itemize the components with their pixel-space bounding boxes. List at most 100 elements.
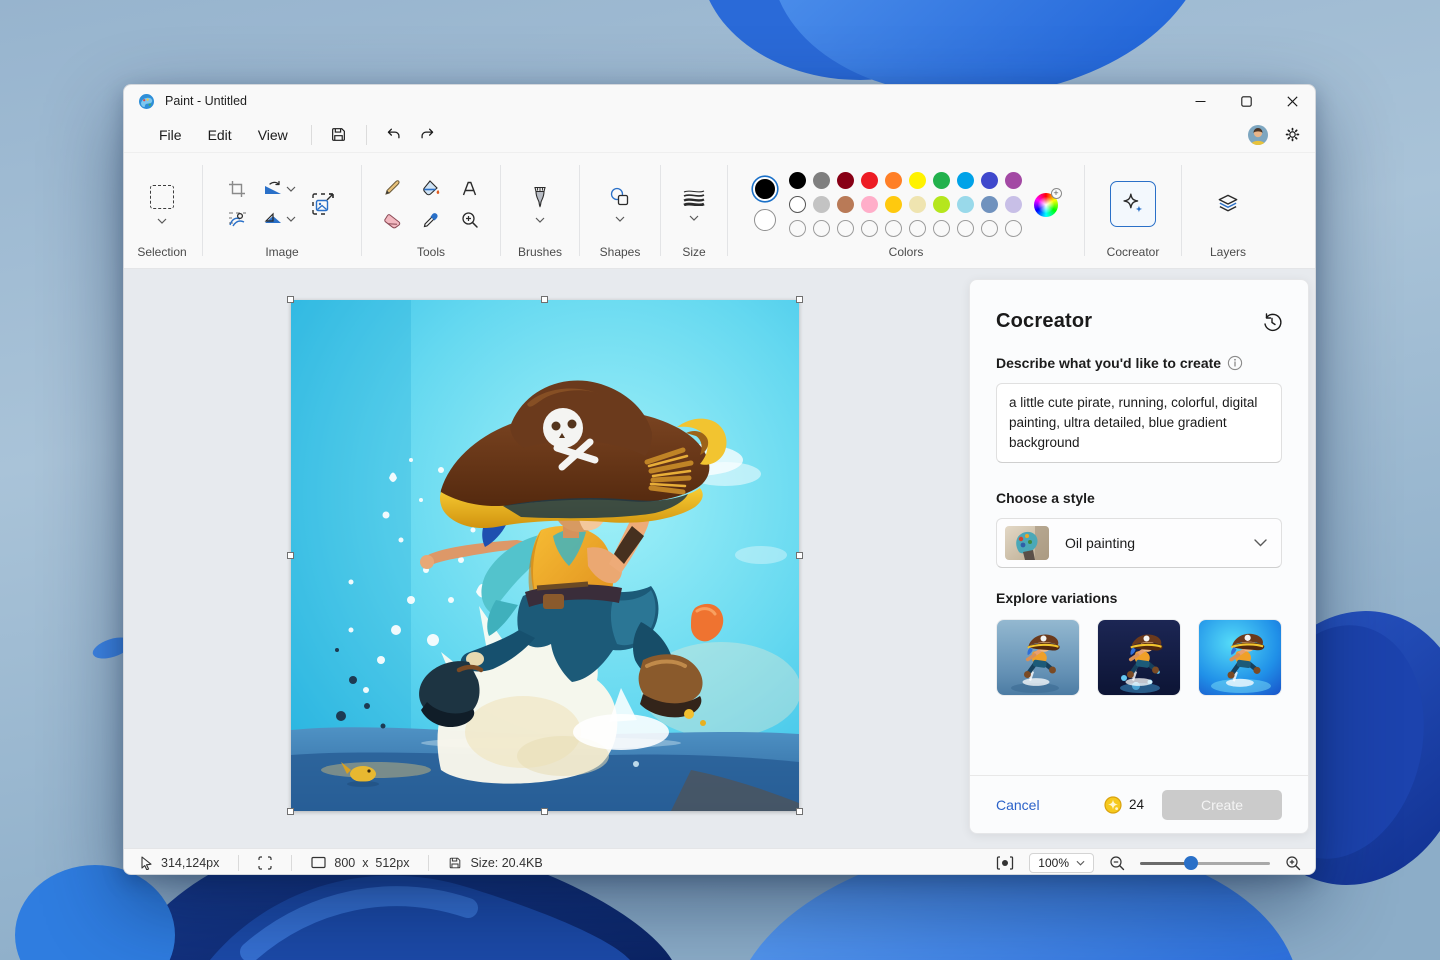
- fill-tool-icon[interactable]: [422, 179, 441, 197]
- selection-handle-e[interactable]: [796, 552, 803, 559]
- color-swatch[interactable]: [933, 196, 950, 213]
- flip-icon[interactable]: [263, 210, 283, 228]
- color-swatch[interactable]: [861, 196, 878, 213]
- color-swatch[interactable]: [1005, 196, 1022, 213]
- chevron-down-icon[interactable]: [615, 216, 625, 222]
- custom-color-slot[interactable]: [885, 220, 902, 237]
- undo-icon: [385, 126, 402, 143]
- selection-handle-w[interactable]: [287, 552, 294, 559]
- divider: [366, 125, 367, 145]
- magnifier-tool-icon[interactable]: [461, 211, 479, 229]
- foreground-color-swatch[interactable]: [753, 177, 777, 201]
- zoom-in-icon[interactable]: [1285, 855, 1301, 871]
- maximize-button[interactable]: [1223, 85, 1269, 117]
- color-swatch[interactable]: [957, 172, 974, 189]
- canvas-image-pirate[interactable]: [291, 300, 799, 811]
- brushes-icon[interactable]: [531, 186, 549, 208]
- selection-handle-ne[interactable]: [796, 296, 803, 303]
- color-swatch[interactable]: [981, 172, 998, 189]
- color-swatch[interactable]: [813, 172, 830, 189]
- color-swatch[interactable]: [837, 172, 854, 189]
- style-dropdown[interactable]: Oil painting: [996, 518, 1282, 568]
- selection-handle-sw[interactable]: [287, 808, 294, 815]
- gear-icon[interactable]: [1284, 126, 1301, 143]
- color-swatch[interactable]: [861, 172, 878, 189]
- selection-tool-icon[interactable]: [150, 185, 174, 209]
- background-color-swatch[interactable]: [754, 209, 776, 231]
- color-swatch[interactable]: [813, 196, 830, 213]
- prompt-input[interactable]: a little cute pirate, running, colorful,…: [996, 383, 1282, 463]
- cancel-button[interactable]: Cancel: [996, 797, 1040, 813]
- variation-thumbnail-3[interactable]: [1198, 619, 1282, 696]
- variation-thumbnail-2[interactable]: [1097, 619, 1181, 696]
- crop-icon[interactable]: [228, 180, 246, 198]
- color-swatch[interactable]: [885, 172, 902, 189]
- custom-color-slot[interactable]: [837, 220, 854, 237]
- menu-file[interactable]: File: [146, 122, 195, 148]
- zoom-slider[interactable]: [1140, 856, 1270, 870]
- color-swatch[interactable]: [909, 196, 926, 213]
- redo-button[interactable]: [411, 120, 445, 150]
- selection-handle-nw[interactable]: [287, 296, 294, 303]
- resize-image-icon[interactable]: [310, 191, 336, 217]
- color-swatch[interactable]: [957, 196, 974, 213]
- color-swatch[interactable]: [981, 196, 998, 213]
- custom-color-slot[interactable]: [789, 220, 806, 237]
- cursor-position-value: 314,124px: [161, 856, 219, 870]
- custom-color-slot[interactable]: [813, 220, 830, 237]
- history-icon[interactable]: [1262, 312, 1282, 332]
- layers-icon[interactable]: [1215, 191, 1241, 217]
- size-icon[interactable]: [682, 188, 706, 206]
- text-tool-icon[interactable]: [461, 180, 478, 197]
- selection-handle-se[interactable]: [796, 808, 803, 815]
- fit-screen-icon[interactable]: [996, 855, 1014, 871]
- undo-button[interactable]: [377, 120, 411, 150]
- eraser-tool-icon[interactable]: [383, 212, 402, 229]
- close-button[interactable]: [1269, 85, 1315, 117]
- avatar[interactable]: [1248, 125, 1268, 145]
- menu-view[interactable]: View: [245, 122, 301, 148]
- group-label: Layers: [1210, 245, 1246, 268]
- color-swatch[interactable]: [885, 196, 902, 213]
- cocreator-button[interactable]: [1110, 181, 1156, 227]
- custom-color-slot[interactable]: [933, 220, 950, 237]
- slider-thumb[interactable]: [1184, 856, 1198, 870]
- edit-colors-button[interactable]: +: [1034, 191, 1060, 217]
- info-icon[interactable]: [1227, 355, 1243, 371]
- chevron-down-icon: [1254, 539, 1267, 547]
- color-swatch[interactable]: [933, 172, 950, 189]
- color-picker-tool-icon[interactable]: [422, 211, 440, 229]
- canvas-selection[interactable]: [291, 300, 799, 811]
- chevron-down-icon[interactable]: [157, 218, 167, 224]
- chevron-down-icon[interactable]: [689, 215, 699, 221]
- remove-background-icon[interactable]: [228, 210, 247, 228]
- shapes-icon[interactable]: [609, 187, 631, 207]
- color-swatch[interactable]: [909, 172, 926, 189]
- custom-color-slot[interactable]: [909, 220, 926, 237]
- color-swatch[interactable]: [1005, 172, 1022, 189]
- divider: [660, 165, 661, 256]
- selection-handle-s[interactable]: [541, 808, 548, 815]
- zoom-level-dropdown[interactable]: 100%: [1029, 853, 1094, 873]
- create-button[interactable]: Create: [1162, 790, 1282, 820]
- ribbon-group-tools: Tools: [366, 153, 496, 268]
- color-swatch[interactable]: [837, 196, 854, 213]
- color-swatch[interactable]: [789, 196, 806, 213]
- chevron-down-icon[interactable]: [286, 186, 296, 192]
- custom-color-slot[interactable]: [1005, 220, 1022, 237]
- menu-edit[interactable]: Edit: [195, 122, 245, 148]
- custom-color-slot[interactable]: [861, 220, 878, 237]
- rotate-icon[interactable]: [263, 180, 283, 198]
- pencil-tool-icon[interactable]: [383, 179, 401, 197]
- variations-row: [996, 619, 1282, 696]
- chevron-down-icon[interactable]: [286, 216, 296, 222]
- selection-handle-n[interactable]: [541, 296, 548, 303]
- custom-color-slot[interactable]: [981, 220, 998, 237]
- variation-thumbnail-1[interactable]: [996, 619, 1080, 696]
- save-button[interactable]: [322, 120, 356, 150]
- zoom-out-icon[interactable]: [1109, 855, 1125, 871]
- minimize-button[interactable]: [1177, 85, 1223, 117]
- custom-color-slot[interactable]: [957, 220, 974, 237]
- chevron-down-icon[interactable]: [535, 217, 545, 223]
- color-swatch[interactable]: [789, 172, 806, 189]
